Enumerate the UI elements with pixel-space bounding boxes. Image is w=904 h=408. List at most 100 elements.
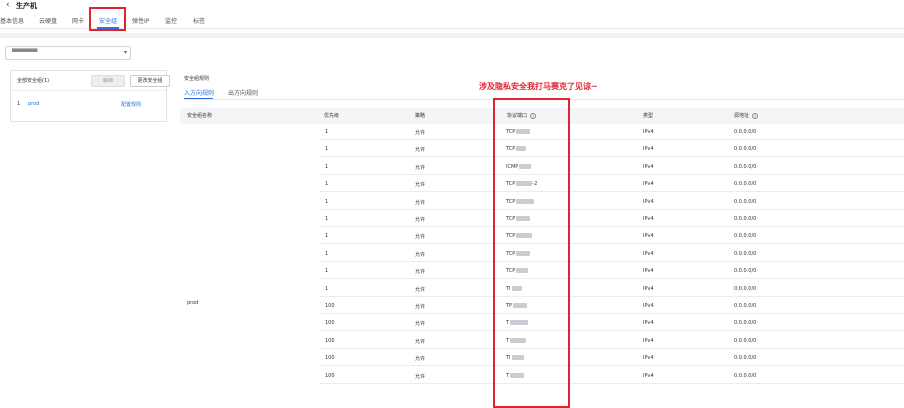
security-group-list-header: 全部安全组(1) 解绑 更改安全组 xyxy=(11,71,170,91)
security-group-count-label: 全部安全组(1) xyxy=(17,78,50,84)
policy-cell: 允许 xyxy=(415,373,426,380)
table-row: 100 允许 IPv4 0.0.0.0/0 T xyxy=(320,332,904,349)
col-sg-name: 安全组名称 xyxy=(187,113,213,119)
tab-nic[interactable]: 网卡 xyxy=(72,16,84,25)
table-row: 1 允许 IPv4 0.0.0.0/0 TCP xyxy=(320,123,904,140)
source-cell: 0.0.0.0/0 xyxy=(734,355,757,362)
type-cell: IPv4 xyxy=(643,285,654,292)
tab-inbound-rules[interactable]: 入方向规则 xyxy=(184,88,214,97)
policy-cell: 允许 xyxy=(415,269,426,276)
sg-name-cell: prod xyxy=(187,300,199,306)
unbind-button[interactable]: 解绑 xyxy=(91,75,125,87)
col-type: 类型 xyxy=(643,113,654,119)
source-cell: 0.0.0.0/0 xyxy=(734,233,757,240)
source-cell: 0.0.0.0/0 xyxy=(734,250,757,257)
policy-cell: 允许 xyxy=(415,356,426,363)
priority-cell: 1 xyxy=(325,216,329,222)
policy-cell: 允许 xyxy=(415,164,426,171)
policy-cell: 允许 xyxy=(415,304,426,310)
rules-panel-title: 安全组规则 xyxy=(184,76,210,82)
source-cell: 0.0.0.0/0 xyxy=(734,129,757,135)
source-cell: 0.0.0.0/0 xyxy=(734,198,757,205)
policy-cell: 允许 xyxy=(415,130,426,136)
policy-cell: 允许 xyxy=(415,147,426,154)
type-cell: IPv4 xyxy=(643,320,654,327)
table-row: 1 允许 IPv4 0.0.0.0/0 TCP xyxy=(320,227,904,245)
security-group-link-prod[interactable]: prod xyxy=(28,101,39,107)
security-group-list-panel: 全部安全组(1) 解绑 更改安全组 1 prod 配置规则 xyxy=(10,70,170,122)
tab-basic-info[interactable]: 基本信息 xyxy=(0,16,24,25)
source-cell: 0.0.0.0/0 xyxy=(734,320,757,327)
type-cell: IPv4 xyxy=(643,250,654,257)
highlight-box-protocol-column xyxy=(493,98,570,408)
table-row: 1 允许 IPv4 0.0.0.0/0 ICMP xyxy=(320,158,904,175)
source-cell: 0.0.0.0/0 xyxy=(734,163,757,170)
source-cell: 0.0.0.0/0 xyxy=(734,303,757,309)
table-row: 1 允许 IPv4 0.0.0.0/0 TCP -2 xyxy=(320,175,904,193)
table-row: 1 允许 IPv4 0.0.0.0/0 TCP xyxy=(320,210,904,227)
policy-cell: 允许 xyxy=(415,251,426,258)
type-cell: IPv4 xyxy=(643,355,654,362)
priority-cell: 1 xyxy=(325,285,329,292)
tab-cloud-disk[interactable]: 云硬盘 xyxy=(39,16,57,25)
policy-cell: 允许 xyxy=(415,234,426,241)
priority-cell: 1 xyxy=(325,250,329,257)
col-priority: 优先级 xyxy=(324,113,340,119)
priority-cell: 1 xyxy=(325,163,329,170)
table-row: 100 允许 IPv4 0.0.0.0/0 TP xyxy=(320,297,904,314)
table-row: 1 允许 IPv4 0.0.0.0/0 TI xyxy=(320,280,904,297)
table-row: 1 允许 IPv4 0.0.0.0/0 TCP xyxy=(320,262,904,280)
priority-cell: 1 xyxy=(325,129,329,135)
chevron-down-icon: ▾ xyxy=(123,49,127,56)
table-row: 1 允许 IPv4 0.0.0.0/0 TCP xyxy=(320,140,904,158)
policy-cell: 允许 xyxy=(415,321,426,328)
type-cell: IPv4 xyxy=(643,146,654,153)
policy-cell: 允许 xyxy=(415,338,426,345)
top-bar: ‹ 生产机 xyxy=(0,0,904,12)
priority-cell: 100 xyxy=(325,355,335,362)
priority-cell: 100 xyxy=(325,303,335,309)
priority-cell: 1 xyxy=(325,233,329,240)
change-security-group-button[interactable]: 更改安全组 xyxy=(130,75,170,87)
source-cell: 0.0.0.0/0 xyxy=(734,337,757,344)
type-cell: IPv4 xyxy=(643,216,654,222)
help-icon[interactable]: ? xyxy=(752,112,759,119)
priority-cell: 100 xyxy=(325,320,335,327)
priority-cell: 100 xyxy=(325,337,335,344)
policy-cell: 允许 xyxy=(415,199,426,206)
source-cell: 0.0.0.0/0 xyxy=(734,146,757,153)
configure-rules-link[interactable]: 配置规则 xyxy=(121,101,141,108)
divider-band xyxy=(0,33,904,38)
table-row: 1 允许 IPv4 0.0.0.0/0 TCP xyxy=(320,245,904,262)
privacy-annotation: 涉及隐私安全我打马赛克了见谅~ xyxy=(479,82,598,91)
source-cell: 0.0.0.0/0 xyxy=(734,268,757,275)
type-cell: IPv4 xyxy=(643,337,654,344)
priority-cell: 1 xyxy=(325,181,329,188)
source-cell: 0.0.0.0/0 xyxy=(734,181,757,188)
tab-outbound-rules[interactable]: 出方向规则 xyxy=(228,88,258,97)
table-row: 100 允许 IPv4 0.0.0.0/0 T xyxy=(320,367,904,384)
table-row: 1 允许 IPv4 0.0.0.0/0 TCP xyxy=(320,193,904,210)
type-cell: IPv4 xyxy=(643,233,654,240)
tab-tags[interactable]: 标签 xyxy=(193,16,205,25)
priority-cell: 1 xyxy=(325,146,329,153)
policy-cell: 允许 xyxy=(415,286,426,293)
priority-cell: 1 xyxy=(325,198,329,205)
highlight-box-active-tab xyxy=(89,7,126,31)
tab-elastic-ip[interactable]: 弹性IP xyxy=(132,16,149,25)
col-source: 源地址? xyxy=(734,112,759,119)
tab-monitoring[interactable]: 监控 xyxy=(165,16,177,25)
vpc-select[interactable]: ▀▀ ▀ ▀▀ ▀ ▾ xyxy=(5,46,131,60)
source-cell: 0.0.0.0/0 xyxy=(734,216,757,222)
col-policy: 策略 xyxy=(415,113,426,119)
priority-cell: 100 xyxy=(325,372,335,379)
source-cell: 0.0.0.0/0 xyxy=(734,372,757,379)
type-cell: IPv4 xyxy=(643,303,654,309)
vpc-select-value: ▀▀ ▀ ▀▀ ▀ xyxy=(12,49,37,56)
back-arrow-icon[interactable]: ‹ xyxy=(6,0,10,10)
source-cell: 0.0.0.0/0 xyxy=(734,285,757,292)
tab-bar: 基本信息 云硬盘 网卡 安全组 弹性IP 监控 标签 xyxy=(0,12,904,29)
table-row: 100 允许 IPv4 0.0.0.0/0 T xyxy=(320,314,904,332)
type-cell: IPv4 xyxy=(643,372,654,379)
type-cell: IPv4 xyxy=(643,181,654,188)
